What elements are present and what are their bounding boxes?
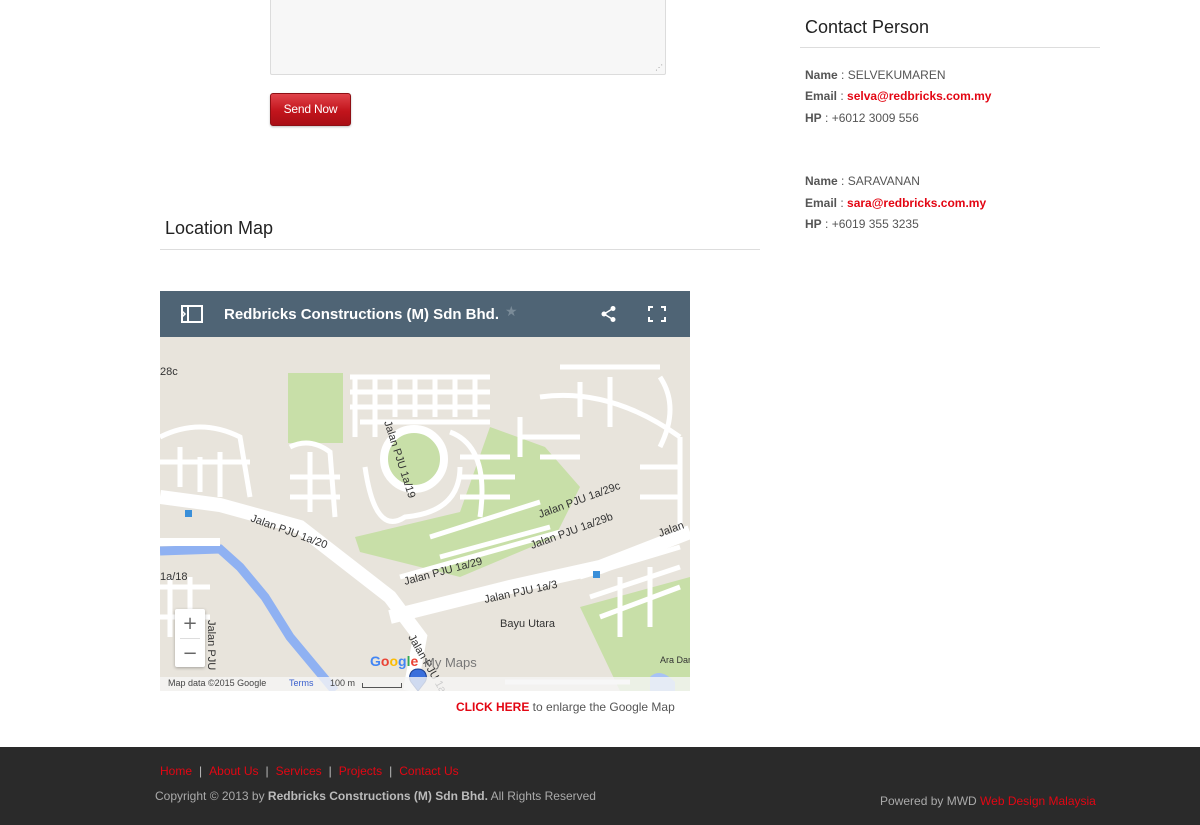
nav-separator: |	[328, 764, 332, 778]
footer-link-home[interactable]: Home	[160, 764, 192, 778]
google-logo: Google	[370, 653, 419, 669]
contact-1-email: Email : selva@redbricks.com.my	[805, 89, 992, 103]
email-label: Email	[805, 196, 838, 210]
terms-link[interactable]: Terms	[289, 678, 314, 688]
star-icon[interactable]: ★	[505, 304, 518, 320]
contact-email-link[interactable]: selva@redbricks.com.my	[847, 89, 991, 103]
message-textarea[interactable]: ⋰	[270, 0, 666, 75]
map-canvas[interactable]: 28c Jalan PJU 1a/19 Jalan PJU 1a/20 Jala…	[160, 337, 690, 691]
zoom-control: + −	[175, 609, 205, 667]
page: ⋰ Send Now Contact Person Name : SELVEKU…	[0, 0, 1200, 825]
company-name: Redbricks Constructions (M) Sdn Bhd.	[267, 789, 488, 803]
copyright-suffix: All Rights Reserved	[487, 789, 596, 803]
email-label: Email	[805, 89, 838, 103]
contact-person-title: Contact Person	[805, 17, 930, 37]
contact-2-name: Name : SARAVANAN	[805, 174, 920, 188]
map-attribution-bar: Map data ©2015 Google Terms 100 m	[160, 677, 690, 691]
park-area	[288, 373, 343, 443]
resize-grip-icon[interactable]: ⋰	[655, 64, 663, 72]
footer-link-contact-us[interactable]: Contact Us	[399, 764, 458, 778]
contact-hp-value: +6019 355 3235	[831, 217, 919, 231]
map-attribution: Map data ©2015 Google	[168, 678, 267, 688]
nav-separator: |	[265, 764, 269, 778]
mymaps-logo: My Maps	[424, 655, 477, 670]
contact-name-value: SELVEKUMAREN	[847, 68, 946, 82]
street-label: Jalan PJU	[205, 620, 217, 670]
contact-name-value: SARAVANAN	[847, 174, 920, 188]
send-now-button[interactable]: Send Now	[270, 93, 351, 126]
hp-label: HP	[805, 111, 822, 125]
name-label: Name	[805, 174, 838, 188]
contact-hp-value: +6012 3009 556	[831, 111, 919, 125]
enlarge-description: to enlarge the Google Map	[529, 700, 675, 714]
map-header: Redbricks Constructions (M) Sdn Bhd. ★	[160, 291, 690, 337]
bus-stop-icon	[185, 510, 192, 517]
copyright-prefix: Copyright © 2013 by	[155, 789, 268, 803]
street-label: 28c	[160, 366, 178, 378]
nav-separator: |	[389, 764, 393, 778]
enlarge-map-text: CLICK HERE to enlarge the Google Map	[456, 700, 675, 714]
zoom-in-button[interactable]: +	[175, 609, 205, 638]
share-icon[interactable]	[600, 305, 618, 323]
map-scale-label: 100 m	[330, 678, 356, 688]
footer-link-projects[interactable]: Projects	[339, 764, 382, 778]
location-map-title: Location Map	[165, 218, 274, 238]
copyright: Copyright © 2013 by Redbricks Constructi…	[155, 789, 596, 803]
footer: Home | About Us | Services | Projects | Contact …	[0, 747, 1200, 825]
contact-1-name: Name : SELVEKUMAREN	[805, 68, 946, 82]
contact-1-hp: HP : +6012 3009 556	[805, 111, 919, 125]
contact-2-email: Email : sara@redbricks.com.my	[805, 196, 987, 210]
street-label: Ara Damansara Park	[660, 655, 690, 665]
footer-link-about-us[interactable]: About Us	[209, 764, 258, 778]
street-label: Bayu Utara	[500, 618, 556, 630]
sidebar-toggle-icon[interactable]	[180, 304, 204, 324]
contact-email-link[interactable]: sara@redbricks.com.my	[847, 196, 986, 210]
contact-divider	[800, 47, 1100, 48]
scale-bar	[362, 683, 402, 688]
nav-separator: |	[199, 764, 203, 778]
hp-label: HP	[805, 217, 822, 231]
powered-by: Powered by MWD Web Design Malaysia	[880, 794, 1096, 808]
name-label: Name	[805, 68, 838, 82]
bus-stop-icon	[593, 571, 600, 578]
footer-nav: Home | About Us | Services | Projects | Contact …	[160, 764, 459, 778]
embedded-map[interactable]: Redbricks Constructions (M) Sdn Bhd. ★ 2…	[160, 291, 690, 691]
map-title[interactable]: Redbricks Constructions (M) Sdn Bhd.	[224, 306, 499, 323]
web-design-malaysia-link[interactable]: Web Design Malaysia	[980, 794, 1096, 808]
powered-prefix: Powered by MWD	[880, 794, 981, 808]
footer-link-services[interactable]: Services	[276, 764, 322, 778]
contact-2-hp: HP : +6019 355 3235	[805, 217, 919, 231]
location-divider	[160, 249, 760, 250]
street-label: 1a/18	[160, 571, 188, 583]
zoom-out-button[interactable]: −	[175, 639, 205, 668]
fullscreen-icon[interactable]	[648, 306, 666, 322]
click-here-link[interactable]: CLICK HERE	[456, 700, 529, 714]
